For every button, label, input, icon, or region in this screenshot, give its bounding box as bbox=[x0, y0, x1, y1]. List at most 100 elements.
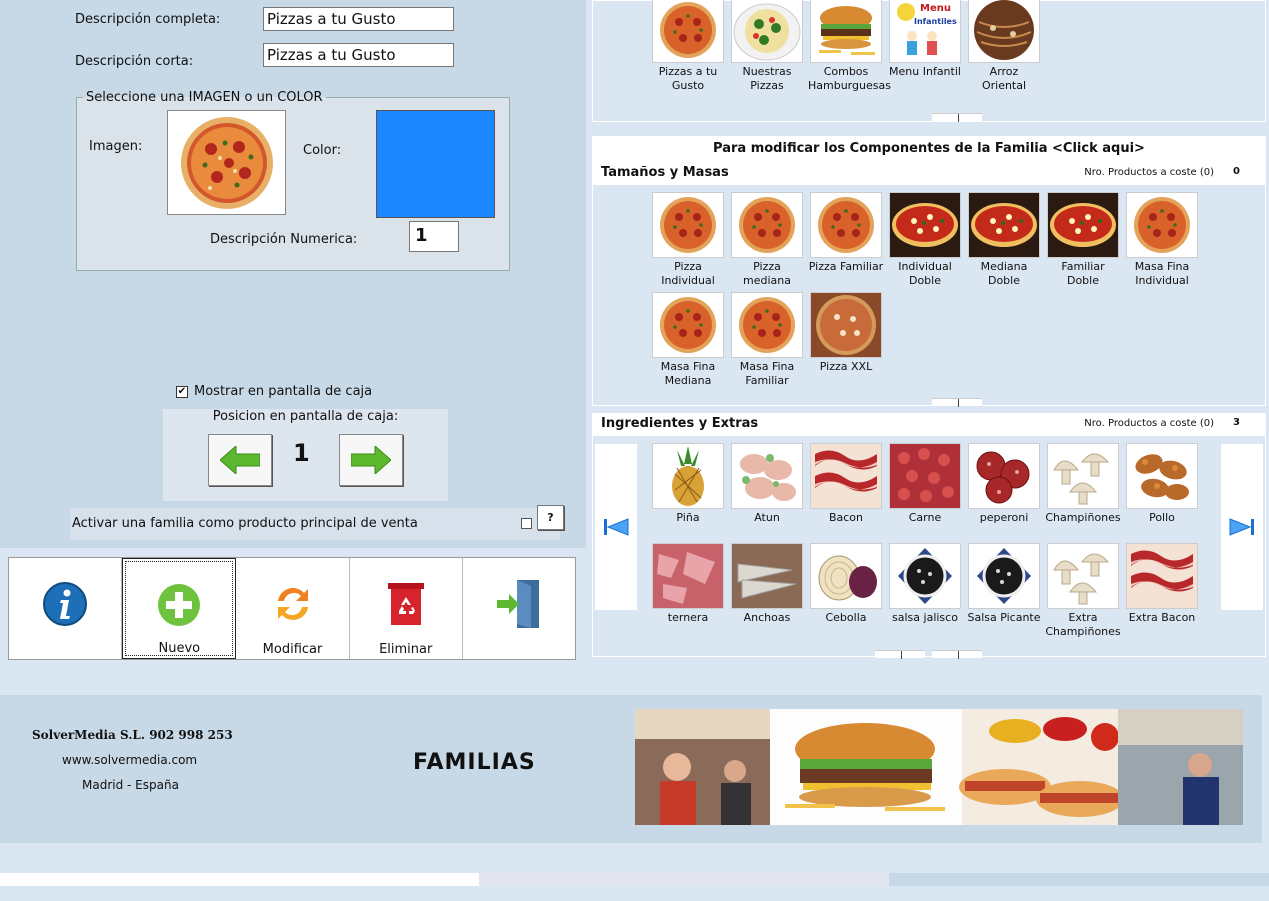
family-tile[interactable]: Arroz Oriental bbox=[966, 0, 1042, 93]
family-tile[interactable]: Pizzas a tu Gusto bbox=[650, 0, 726, 93]
family-tile[interactable]: Nuestras Pizzas bbox=[729, 0, 805, 93]
components-bar[interactable]: Para modificar los Componentes de la Fam… bbox=[592, 136, 1266, 162]
move-left-button[interactable] bbox=[208, 434, 272, 486]
skip-last-icon bbox=[1229, 518, 1254, 536]
extra-tile[interactable]: Champiñones bbox=[1045, 443, 1121, 525]
size-tile[interactable]: Pizza XXL bbox=[808, 292, 884, 374]
nuevo-button[interactable]: Nuevo bbox=[122, 558, 237, 659]
size-tile[interactable]: Masa Fina Familiar bbox=[729, 292, 805, 388]
sauce-image bbox=[968, 543, 1040, 609]
status-segment-2 bbox=[479, 873, 889, 886]
bacon-image bbox=[1126, 543, 1198, 609]
first-page-button[interactable] bbox=[595, 444, 637, 610]
modificar-button[interactable]: Modificar bbox=[236, 558, 350, 659]
size-label: Familiar Doble bbox=[1061, 260, 1105, 287]
size-tile[interactable]: Pizza Individual bbox=[650, 192, 726, 288]
desc-numerica-input[interactable]: 1 bbox=[409, 221, 459, 252]
family-form: Descripción completa: Pizzas a tu Gusto … bbox=[0, 0, 586, 548]
position-panel: Posicion en pantalla de caja: 1 bbox=[163, 409, 448, 501]
extra-label: salsa jalisco bbox=[892, 611, 958, 624]
size-tile[interactable]: Mediana Doble bbox=[966, 192, 1042, 288]
burger-image bbox=[810, 0, 882, 63]
eliminar-button-label: Eliminar bbox=[379, 642, 433, 657]
info-button[interactable] bbox=[9, 558, 123, 659]
move-right-button[interactable] bbox=[339, 434, 403, 486]
action-toolbar: Nuevo Modificar Eliminar bbox=[8, 557, 576, 660]
color-swatch[interactable] bbox=[376, 110, 495, 218]
size-label: Pizza mediana bbox=[743, 260, 791, 287]
family-tile[interactable]: Combos Hamburguesas bbox=[808, 0, 891, 93]
size-tile[interactable]: Individual Doble bbox=[887, 192, 963, 288]
family-label: Nuestras Pizzas bbox=[742, 65, 792, 92]
last-page-button[interactable] bbox=[1221, 444, 1263, 610]
pizza-xxl-image bbox=[810, 292, 882, 358]
desc-numerica-label: Descripción Numerica: bbox=[210, 232, 358, 247]
activar-checkbox[interactable] bbox=[521, 518, 532, 529]
extra-label: Cebolla bbox=[825, 611, 867, 624]
desc-corta-input[interactable]: Pizzas a tu Gusto bbox=[263, 43, 454, 67]
mostrar-checkbox[interactable]: ✔ bbox=[176, 385, 188, 398]
extras-scrollbar-a[interactable] bbox=[875, 650, 925, 659]
extra-label: Carne bbox=[908, 511, 942, 524]
pizza-red-image bbox=[968, 192, 1040, 258]
extra-tile[interactable]: Anchoas bbox=[729, 543, 805, 625]
exit-button[interactable] bbox=[462, 558, 576, 659]
help-button[interactable]: ? bbox=[537, 505, 564, 530]
size-tile[interactable]: Familiar Doble bbox=[1045, 192, 1121, 288]
size-tile[interactable]: Pizza mediana bbox=[729, 192, 805, 288]
size-tile[interactable]: Pizza Familiar bbox=[808, 192, 884, 274]
extra-label: Piña bbox=[676, 511, 700, 524]
family-label: Menu Infantil bbox=[889, 65, 961, 78]
extra-tile[interactable]: Atun bbox=[729, 443, 805, 525]
kids-image: Menu Infantiles bbox=[889, 0, 961, 63]
extra-label: Pollo bbox=[1149, 511, 1175, 524]
extra-tile[interactable]: Piña bbox=[650, 443, 726, 525]
pizza-image bbox=[180, 116, 273, 209]
size-tile[interactable]: Masa Fina Individual bbox=[1124, 192, 1200, 288]
extra-tile[interactable]: salsa jalisco bbox=[887, 543, 963, 625]
extra-tile[interactable]: Extra Bacon bbox=[1124, 543, 1200, 625]
families-scrollbar[interactable] bbox=[932, 113, 982, 122]
family-browser: Pizzas a tu Gusto Nuestras Pizzas Combos H… bbox=[590, 0, 1269, 660]
module-title: FAMILIAS bbox=[413, 750, 536, 775]
extras-count-label: Nro. Productos a coste (0) bbox=[1084, 418, 1214, 429]
arrow-right-icon bbox=[351, 446, 391, 474]
extra-tile[interactable]: Carne bbox=[887, 443, 963, 525]
extra-tile[interactable]: Pollo bbox=[1124, 443, 1200, 525]
status-segment-1 bbox=[0, 873, 479, 886]
extra-tile[interactable]: Bacon bbox=[808, 443, 884, 525]
plus-icon bbox=[155, 581, 203, 629]
company-city: Madrid - España bbox=[82, 778, 179, 792]
family-label: Arroz Oriental bbox=[981, 65, 1027, 92]
extra-tile[interactable]: Extra Champiñones bbox=[1045, 543, 1121, 639]
extra-label: Bacon bbox=[828, 511, 864, 524]
extras-panel: Piña Atun Bacon Carne peperoni Champiñones Pol… bbox=[592, 435, 1266, 659]
imagen-label: Imagen: bbox=[89, 139, 143, 154]
family-tile[interactable]: Menu Infantiles Menu Infantil bbox=[887, 0, 963, 79]
skip-first-icon bbox=[604, 518, 629, 536]
pizza-image bbox=[731, 292, 803, 358]
svg-text:Menu: Menu bbox=[920, 3, 951, 14]
extra-tile[interactable]: Salsa Picante bbox=[966, 543, 1042, 625]
desc-completa-input[interactable]: Pizzas a tu Gusto bbox=[263, 7, 454, 31]
pizza-plate-image bbox=[731, 0, 803, 63]
size-label: Masa Fina Individual bbox=[1134, 260, 1190, 287]
sizes-scrollbar[interactable] bbox=[932, 398, 982, 407]
food-banner-image bbox=[635, 709, 1243, 825]
pepperoni-image bbox=[968, 443, 1040, 509]
desc-corta-label: Descripción corta: bbox=[75, 54, 194, 69]
recycle-bin-icon bbox=[382, 580, 430, 628]
arrow-left-icon bbox=[220, 446, 260, 474]
extra-tile[interactable]: ternera bbox=[650, 543, 726, 625]
footer: SolverMedia S.L. 902 998 253 www.solverm… bbox=[0, 695, 1262, 843]
eliminar-button[interactable]: Eliminar bbox=[349, 558, 463, 659]
extra-tile[interactable]: peperoni bbox=[966, 443, 1042, 525]
tuna-image bbox=[731, 443, 803, 509]
family-image-picker[interactable] bbox=[167, 110, 286, 215]
size-tile[interactable]: Masa Fina Mediana bbox=[650, 292, 726, 388]
activar-label: Activar una familia como producto princi… bbox=[72, 516, 418, 531]
extras-scrollbar-b[interactable] bbox=[932, 650, 982, 659]
info-icon bbox=[41, 580, 89, 628]
extra-tile[interactable]: Cebolla bbox=[808, 543, 884, 625]
activar-row: Activar una familia como producto princi… bbox=[70, 508, 560, 540]
